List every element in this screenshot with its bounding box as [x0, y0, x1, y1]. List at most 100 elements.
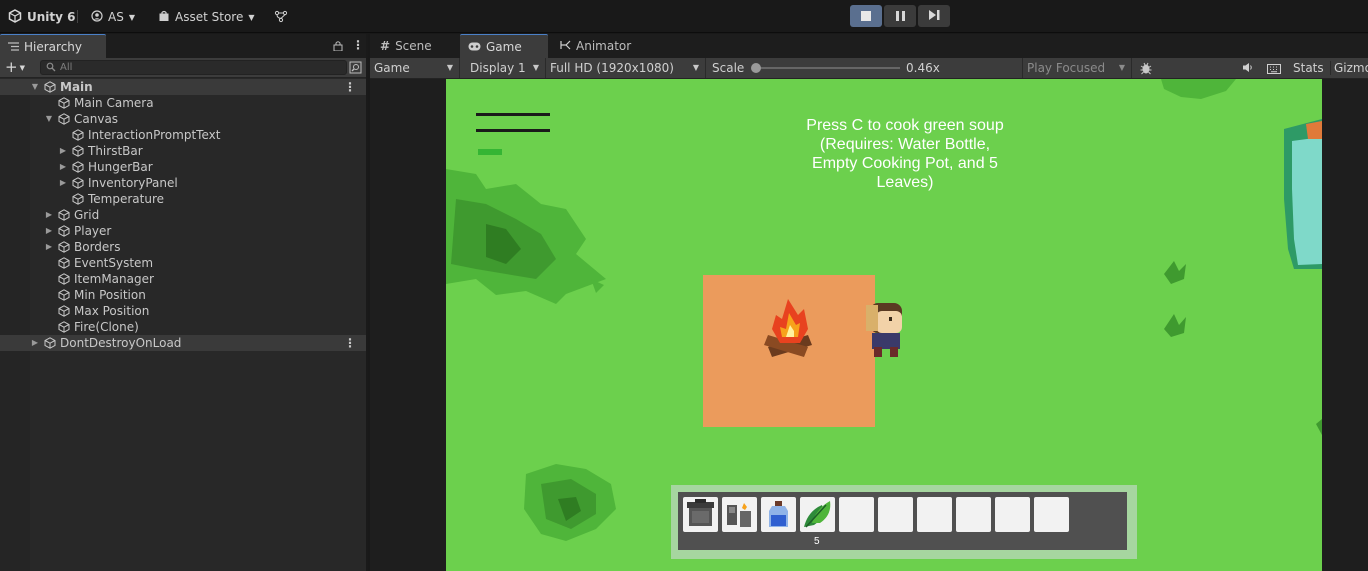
expand-arrow-closed-icon[interactable]: ▶: [44, 207, 54, 223]
animator-icon: [560, 39, 571, 53]
hierarchy-item[interactable]: ▼ Canvas: [0, 111, 366, 127]
expand-arrow-closed-icon[interactable]: ▶: [44, 239, 54, 255]
lighter-icon: [722, 503, 757, 535]
hierarchy-item-label: Borders: [74, 240, 121, 254]
unity-editor-window: Unity 6 AS ▼ Asset Store ▼ Hierarchy ⋮ +…: [0, 0, 1368, 571]
hierarchy-item-label: Main Camera: [74, 96, 154, 110]
hierarchy-item[interactable]: Temperature: [0, 191, 366, 207]
hierarchy-item-label: ThirstBar: [88, 144, 143, 158]
chevron-down-icon: ▼: [1118, 63, 1125, 72]
tab-scene[interactable]: # Scene: [372, 34, 440, 58]
hierarchy-scene-row[interactable]: ▼ Main ⋮: [0, 79, 366, 95]
scale-slider[interactable]: [751, 63, 900, 73]
account-dropdown[interactable]: AS ▼: [91, 8, 135, 26]
expand-arrow-closed-icon[interactable]: ▶: [44, 223, 54, 239]
hierarchy-item[interactable]: Main Camera: [0, 95, 366, 111]
hierarchy-search-row: + ▼ All: [0, 58, 366, 78]
inventory-slot[interactable]: [683, 497, 718, 532]
view-mode-dropdown[interactable]: Game ▼: [370, 58, 460, 78]
inventory-slot[interactable]: [878, 497, 913, 532]
play-button[interactable]: [850, 5, 882, 27]
inventory-slot[interactable]: [956, 497, 991, 532]
display-dropdown[interactable]: Display 1 ▼: [466, 58, 546, 78]
lock-icon[interactable]: [333, 40, 343, 54]
bush-bottom-left: [524, 464, 616, 541]
bush-top-left: [446, 169, 606, 304]
expand-arrow-open-icon[interactable]: ▼: [44, 111, 54, 127]
hierarchy-item[interactable]: Fire(Clone): [0, 319, 366, 335]
hierarchy-item-label: Main: [60, 80, 93, 94]
interaction-prompt-text: Press C to cook green soup (Requires: Wa…: [806, 117, 1004, 191]
stop-icon: [861, 11, 871, 21]
play-focus-dropdown[interactable]: Play Focused ▼: [1022, 58, 1132, 78]
account-icon: [91, 9, 103, 25]
inventory-slot[interactable]: [761, 497, 796, 532]
panel-menu-icon[interactable]: ⋮: [352, 38, 364, 52]
version-control-button[interactable]: [274, 8, 288, 26]
hierarchy-item-label: Max Position: [74, 304, 150, 318]
stats-button[interactable]: Stats: [1293, 61, 1324, 75]
thirst-bar: [476, 113, 550, 116]
expand-arrow-closed-icon[interactable]: ▶: [30, 335, 40, 351]
hierarchy-search-input[interactable]: All: [40, 60, 347, 75]
tab-game[interactable]: Game: [460, 34, 548, 58]
inventory-slot[interactable]: [917, 497, 952, 532]
hierarchy-item[interactable]: ▶ HungerBar: [0, 159, 366, 175]
resolution-dropdown[interactable]: Full HD (1920x1080) ▼: [546, 58, 706, 78]
inventory-slot[interactable]: [839, 497, 874, 532]
expand-arrow-closed-icon[interactable]: ▶: [58, 159, 68, 175]
game-tabbar: # Scene Game Animator: [370, 34, 1368, 58]
hierarchy-item[interactable]: ▶ Borders: [0, 239, 366, 255]
list-icon: [8, 40, 19, 54]
audio-mute-icon[interactable]: [1242, 62, 1254, 76]
view-mode-label: Game: [374, 61, 410, 75]
create-button[interactable]: + ▼: [5, 58, 25, 78]
game-viewport[interactable]: Press C to cook green soup (Requires: Wa…: [446, 79, 1322, 571]
scene-menu-icon[interactable]: ⋮: [344, 335, 356, 351]
scale-label: Scale: [712, 61, 745, 75]
inventory-slot[interactable]: [800, 497, 835, 532]
hierarchy-item-label: DontDestroyOnLoad: [60, 336, 182, 350]
gizmos-button[interactable]: Gizmo: [1330, 61, 1368, 75]
keyboard-icon[interactable]: [1267, 63, 1281, 77]
hierarchy-item[interactable]: ▶ ThirstBar: [0, 143, 366, 159]
hierarchy-panel: Hierarchy ⋮ + ▼ All ▼ Main ⋮ Main Camera ▼ Can…: [0, 34, 368, 571]
search-placeholder: All: [60, 62, 73, 73]
scene-menu-icon[interactable]: ⋮: [344, 79, 356, 95]
hierarchy-item-label: HungerBar: [88, 160, 153, 174]
app-label: Unity 6: [27, 10, 76, 24]
hierarchy-item[interactable]: Max Position: [0, 303, 366, 319]
step-button[interactable]: [918, 5, 950, 27]
chevron-down-icon: ▼: [692, 63, 699, 72]
hierarchy-item[interactable]: EventSystem: [0, 255, 366, 271]
unity-menu[interactable]: Unity 6: [8, 8, 76, 26]
expand-arrow-closed-icon[interactable]: ▶: [58, 175, 68, 191]
asset-store-dropdown[interactable]: Asset Store ▼: [158, 8, 255, 26]
scale-slider-handle[interactable]: [751, 63, 761, 73]
hierarchy-scene-row[interactable]: ▶ DontDestroyOnLoad ⋮: [0, 335, 366, 351]
hierarchy-item[interactable]: InteractionPromptText: [0, 127, 366, 143]
inventory-hotbar: 5: [671, 485, 1137, 559]
inventory-slot[interactable]: [722, 497, 757, 532]
search-options-icon[interactable]: [349, 61, 362, 77]
search-icon: [46, 62, 56, 76]
expand-arrow-open-icon[interactable]: ▼: [30, 79, 40, 95]
shopping-bag-icon: [158, 10, 170, 25]
bug-icon[interactable]: [1139, 61, 1153, 78]
tab-animator[interactable]: Animator: [552, 34, 639, 58]
hierarchy-item[interactable]: ▶ InventoryPanel: [0, 175, 366, 191]
hierarchy-item[interactable]: ▶ Player: [0, 223, 366, 239]
temperature-indicator: [478, 149, 502, 155]
inventory-slot[interactable]: [995, 497, 1030, 532]
hierarchy-item[interactable]: ▶ Grid: [0, 207, 366, 223]
version-control-icon: [274, 9, 288, 26]
hierarchy-item[interactable]: Min Position: [0, 287, 366, 303]
hierarchy-item-label: Temperature: [88, 192, 165, 206]
hash-icon: #: [380, 39, 391, 53]
hierarchy-tabbar: Hierarchy ⋮: [0, 34, 366, 58]
inventory-slot[interactable]: [1034, 497, 1069, 532]
expand-arrow-closed-icon[interactable]: ▶: [58, 143, 68, 159]
tab-hierarchy[interactable]: Hierarchy: [0, 34, 106, 58]
hierarchy-item[interactable]: ItemManager: [0, 271, 366, 287]
pause-button[interactable]: [884, 5, 916, 27]
